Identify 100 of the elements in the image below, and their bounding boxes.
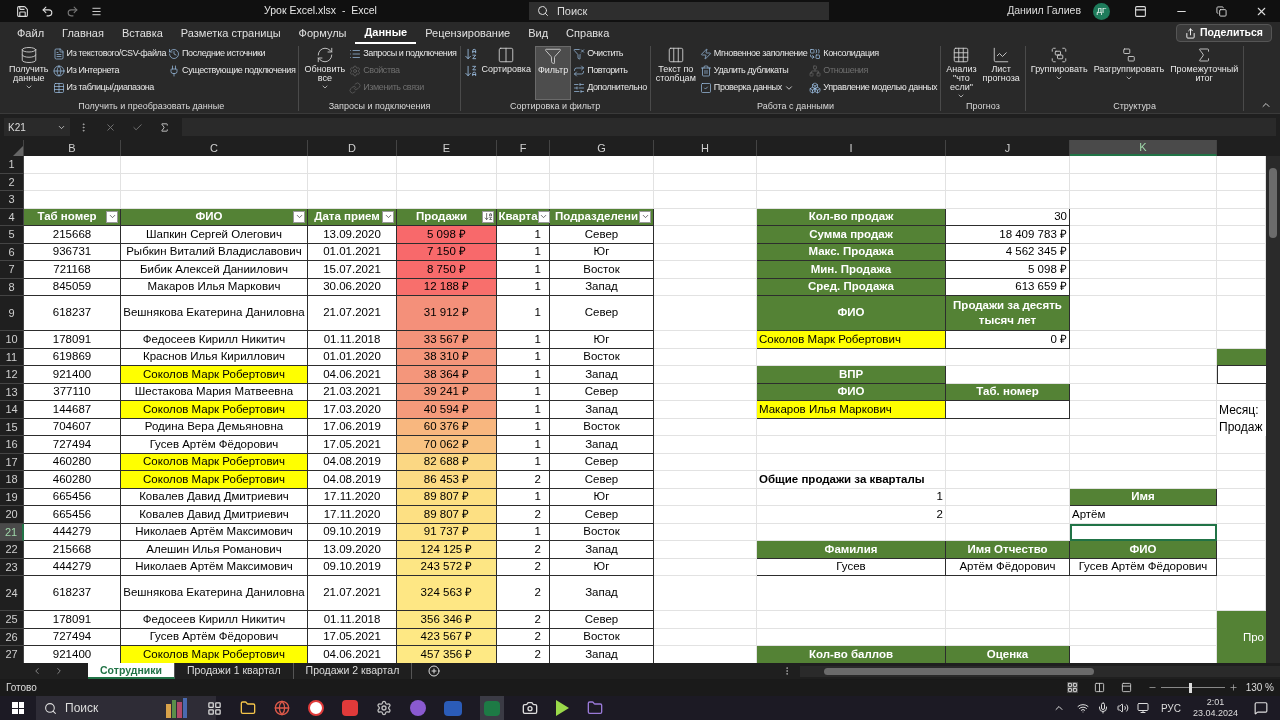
grid-cell[interactable] [946,191,1070,209]
ribbon-button[interactable]: Разгруппировать [1091,46,1167,100]
grid-cell[interactable] [1217,156,1266,174]
row-header[interactable]: 12 [0,366,24,384]
grid-cell[interactable] [497,156,550,174]
grid-cell[interactable] [757,611,946,629]
row-header[interactable]: 3 [0,191,24,209]
ribbon-button[interactable]: Существующие подключения [168,63,296,79]
row-header[interactable]: 24 [0,576,24,611]
volume-icon[interactable] [1116,702,1129,714]
menu-tab[interactable]: Справка [557,22,619,44]
ribbon-button[interactable]: Из текстового/CSV-файла [52,46,167,62]
grid-cell[interactable] [654,436,757,454]
grid-cell[interactable] [946,471,1070,489]
grid-cell[interactable] [1070,191,1217,209]
notifications-icon[interactable] [1254,701,1268,715]
grid-cell[interactable] [1217,296,1266,331]
ribbon-button[interactable]: Проверка данных [699,80,808,96]
ribbon-button[interactable]: Промежуточный итог [1168,46,1241,100]
grid-cell[interactable] [1070,331,1217,349]
share-button[interactable]: Поделиться [1176,24,1272,42]
ribbon-button[interactable]: Дополнительно [573,80,647,96]
search-field[interactable]: Поиск [528,2,829,20]
menu-tab[interactable]: Рецензирование [416,22,520,44]
ribbon-button[interactable]: Обновить все [302,46,348,100]
grid-cell[interactable] [1217,436,1266,454]
ribbon-button[interactable]: Сортировка [479,46,533,100]
grid-cell[interactable] [1217,261,1266,279]
row-header[interactable]: 9 [0,296,24,331]
grid-cell[interactable] [654,471,757,489]
grid-cell[interactable] [757,576,946,611]
language-indicator[interactable]: РУС [1160,700,1181,716]
grid-cell[interactable] [550,191,654,209]
browser-icon[interactable] [274,700,290,716]
ribbon-button[interactable]: Повторить [573,63,647,79]
function-icon[interactable] [159,121,170,133]
page-break-icon[interactable] [1120,682,1132,693]
row-header[interactable]: 5 [0,226,24,244]
grid-cell[interactable] [1217,506,1266,524]
row-header[interactable]: 1 [0,156,24,174]
row-header[interactable]: 22 [0,541,24,559]
filter-button[interactable] [482,210,494,223]
normal-view-icon[interactable] [1066,682,1078,693]
save-icon[interactable] [16,4,29,18]
restore-icon[interactable] [1216,5,1227,17]
grid-cell[interactable] [550,156,654,174]
previous-sheet-icon[interactable] [32,666,42,676]
column-letter[interactable]: K [1070,140,1217,156]
folder-icon[interactable] [240,700,256,716]
grid-cell[interactable] [946,156,1070,174]
zoom-level[interactable]: 130 % [1245,680,1274,695]
row-header[interactable]: 20 [0,506,24,524]
grid-cell[interactable] [1217,226,1266,244]
grid-cell[interactable] [1217,541,1266,559]
windows-logo-icon[interactable] [12,702,24,714]
grid-cell[interactable] [757,191,946,209]
task-view-icon[interactable] [207,700,222,716]
row-header[interactable]: 27 [0,646,24,663]
clock[interactable]: 2:01 23.04.2024 [1192,697,1238,719]
sheet-tab[interactable]: Сотрудники [88,663,175,679]
network-icon[interactable] [1076,702,1089,714]
grid-cell[interactable] [24,156,121,174]
app-icon[interactable] [376,700,392,716]
spreadsheet-app-icon[interactable] [480,696,504,720]
grid-cell[interactable] [946,506,1070,524]
grid-cell[interactable] [1217,471,1266,489]
filter-button[interactable] [293,210,305,223]
app-icon[interactable] [522,700,538,716]
grid-cell[interactable] [1070,226,1217,244]
filter-button[interactable] [382,210,394,223]
ribbon-button[interactable]: Очистить [573,46,647,62]
grid-cell[interactable] [1070,366,1217,384]
ribbon-button[interactable]: Из Интернета [52,63,167,79]
ribbon-button[interactable]: Консолидация [809,46,938,62]
ribbon-button[interactable]: Анализ "что если" [944,46,979,100]
grid-cell[interactable] [1070,261,1217,279]
filter-button[interactable] [639,210,651,223]
row-header[interactable]: 18 [0,471,24,489]
ribbon-button[interactable]: Мгновенное заполнение [699,46,808,62]
horizontal-scrollbar[interactable] [800,665,1280,677]
taskbar-search-field[interactable]: Поиск [36,696,216,720]
row-header[interactable]: 25 [0,611,24,629]
row-header[interactable]: 16 [0,436,24,454]
row-header[interactable]: 10 [0,331,24,349]
menu-tab[interactable]: Вставка [112,22,172,44]
ribbon-button[interactable]: Удалить дубликаты [699,63,808,79]
folder-icon[interactable] [587,700,603,716]
next-sheet-icon[interactable] [54,666,64,676]
grid-cell[interactable] [654,366,757,384]
cancel-icon[interactable] [105,121,116,133]
grid-cell[interactable] [1070,576,1217,611]
vertical-scrollbar[interactable] [1266,156,1280,663]
grid-cell[interactable] [1070,296,1217,331]
menu-tab[interactable]: Разметка страницы [171,22,290,44]
grid-cell[interactable] [946,436,1070,454]
grid-cell[interactable] [654,611,757,629]
grid-cell[interactable] [757,156,946,174]
menu-tab[interactable]: Вид [519,22,558,44]
grid-cell[interactable] [654,261,757,279]
grid-cell[interactable] [654,541,757,559]
